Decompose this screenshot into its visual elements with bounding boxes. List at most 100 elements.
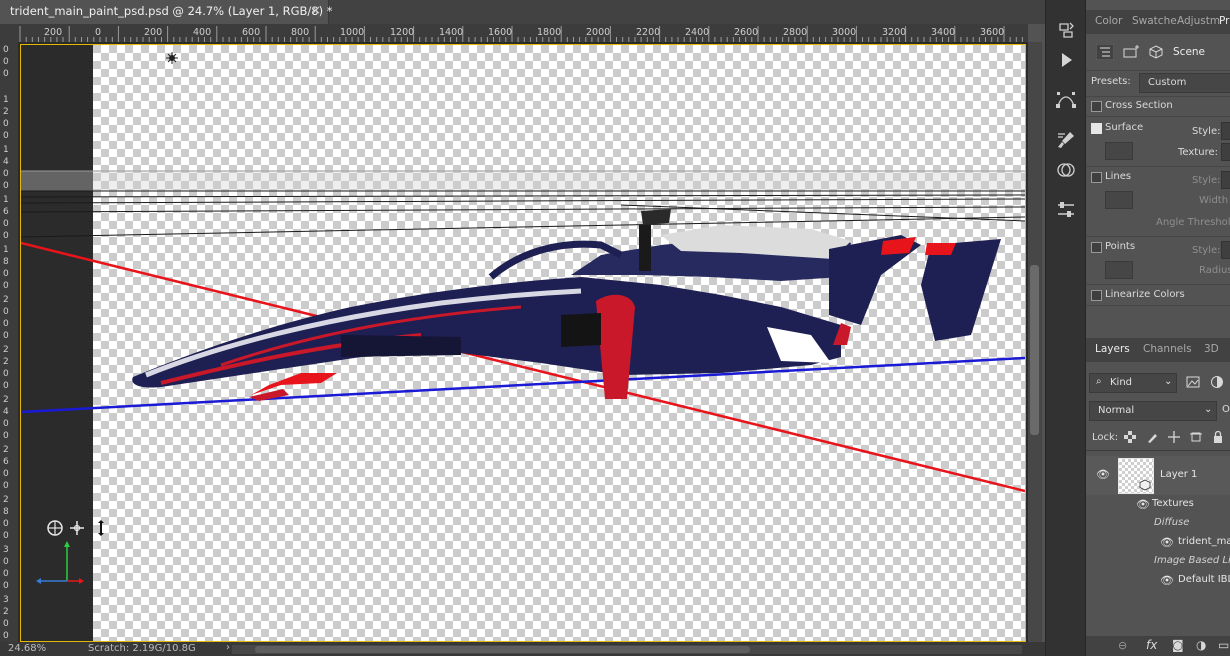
new-group-icon[interactable]: ▭ [1218,638,1229,652]
document-canvas[interactable] [20,44,1026,642]
tab-color[interactable]: Color [1095,15,1122,27]
close-tab-icon[interactable]: × [311,3,321,17]
surface-color-swatch[interactable] [1105,142,1133,160]
divider [1086,166,1230,167]
points-style-dropdown[interactable] [1221,241,1230,259]
surface-style-label: Style: [1192,126,1221,137]
properties-panel: Color Swatche Adjustm Pr Scene Presets: … [1085,0,1230,656]
linearize-colors-checkbox[interactable] [1091,290,1102,301]
ruler-label: 0 [3,307,9,317]
tab-channels[interactable]: Channels [1143,343,1192,355]
textures-label: Textures [1152,498,1194,509]
lock-all-icon[interactable] [1212,431,1224,443]
lines-style-dropdown[interactable] [1221,171,1230,189]
ruler-label: 3000 [832,27,857,38]
3d-layer-badge-icon [1139,479,1151,491]
ruler-label: 0 [3,169,9,179]
scene-cube-icon[interactable] [1148,44,1164,60]
lock-pixels-icon[interactable] [1146,431,1158,443]
tab-properties[interactable]: Pr [1219,15,1229,27]
cross-section-label: Cross Section [1105,100,1173,111]
visibility-eye-icon[interactable]: 👁 [1160,574,1174,587]
ruler-label: 3200 [882,27,907,38]
tab-layers[interactable]: Layers [1095,343,1130,355]
blend-mode-dropdown[interactable]: Normal ⌄ [1089,401,1217,421]
ruler-label: 2 [3,395,9,405]
lines-style-label: Style: [1192,175,1221,186]
image-filter-icon[interactable] [1186,375,1200,389]
layer-row-layer-1[interactable]: 👁 Layer 1 [1086,456,1230,495]
adjustment-filter-icon[interactable] [1210,375,1224,389]
pan-camera-icon [70,521,84,535]
ruler-label: 1 [3,245,9,255]
cross-section-checkbox[interactable] [1091,101,1102,112]
tab-3d[interactable]: 3D [1204,343,1219,355]
diffuse-texture-file[interactable]: trident_mai [1178,536,1230,547]
lock-position-icon[interactable] [1168,431,1180,443]
ruler-label: 2400 [685,27,710,38]
render-settings-icon[interactable] [1122,44,1140,60]
ruler-label: 0 [3,469,9,479]
scrollbar-thumb[interactable] [1030,265,1039,435]
points-style-label: Style: [1192,245,1221,256]
brush-settings-icon[interactable] [1056,130,1076,150]
ruler-label: 600 [242,27,261,38]
points-checkbox[interactable] [1091,242,1102,253]
vertical-ruler[interactable]: 0 0 0 1 2 0 0 1 4 0 0 1 6 0 0 1 8 0 0 2 … [0,42,19,642]
lines-checkbox[interactable] [1091,172,1102,183]
layer-name[interactable]: Layer 1 [1160,469,1197,480]
axis-widget-icon [36,541,84,584]
ruler-label: 1800 [537,27,562,38]
paths-icon[interactable] [1056,90,1076,110]
visibility-eye-icon[interactable]: 👁 [1136,498,1150,511]
lock-artboard-icon[interactable] [1190,431,1202,443]
tab-swatches[interactable]: Swatche [1132,15,1177,27]
ruler-label: 0 [3,45,9,55]
surface-texture-dropdown[interactable] [1221,143,1230,161]
adjustments-panel-icon[interactable] [1056,200,1076,220]
presets-dropdown[interactable]: Custom [1139,73,1230,93]
divider [1086,116,1230,117]
ruler-label: 0 [3,219,9,229]
ruler-label: 2 [3,295,9,305]
linearize-colors-label: Linearize Colors [1105,289,1185,300]
lock-transparent-icon[interactable] [1124,431,1136,443]
lines-color-swatch[interactable] [1105,191,1133,209]
libraries-icon[interactable] [1056,160,1076,180]
document-tab-bar: trident_main_paint_psd.psd @ 24.7% (Laye… [0,0,1045,24]
surface-style-dropdown[interactable] [1221,122,1230,140]
ruler-label: 0 [3,557,9,567]
document-tab[interactable]: trident_main_paint_psd.psd @ 24.7% (Laye… [0,0,332,24]
ruler-label: 0 [3,69,9,79]
layer-filter-dropdown[interactable]: ⌕ Kind ⌄ [1089,373,1177,393]
ruler-label: 0 [3,57,9,67]
adjustment-layer-icon[interactable]: ◑ [1196,638,1206,652]
3d-viewport[interactable] [21,45,1025,641]
visibility-eye-icon[interactable]: 👁 [1096,468,1110,481]
surface-checkbox[interactable] [1091,123,1102,134]
default-ibl-item[interactable]: Default IBL [1178,574,1230,585]
filter-kind-label: Kind [1110,377,1133,388]
surface-label: Surface [1105,122,1144,133]
scene-list-icon[interactable] [1096,44,1114,60]
link-layers-icon[interactable]: ⊖ [1118,639,1127,652]
tab-adjustments[interactable]: Adjustm [1177,15,1220,27]
play-action-icon[interactable] [1056,50,1076,70]
status-menu-arrow[interactable]: › [226,642,230,653]
ground-guide-line [21,216,1025,238]
points-color-swatch[interactable] [1105,261,1133,279]
ruler-label: 0 [3,269,9,279]
zoom-level[interactable]: 24.68% [8,643,46,654]
divider [1086,284,1230,285]
ground-guide-line [21,198,1025,204]
history-icon[interactable] [1056,20,1076,40]
ruler-label: 1 [3,145,9,155]
horizontal-ruler[interactable]: 200 0 200 400 600 800 1000 1200 1400 160… [18,24,1028,43]
ruler-label: 200 [144,27,163,38]
visibility-eye-icon[interactable]: 👁 [1160,536,1174,549]
scrollbar-thumb[interactable] [255,646,750,653]
add-mask-icon[interactable]: ◙ [1172,638,1184,652]
ruler-corner [0,24,18,42]
dolly-camera-icon [98,520,104,536]
layer-effects-icon[interactable]: fx [1146,638,1157,652]
